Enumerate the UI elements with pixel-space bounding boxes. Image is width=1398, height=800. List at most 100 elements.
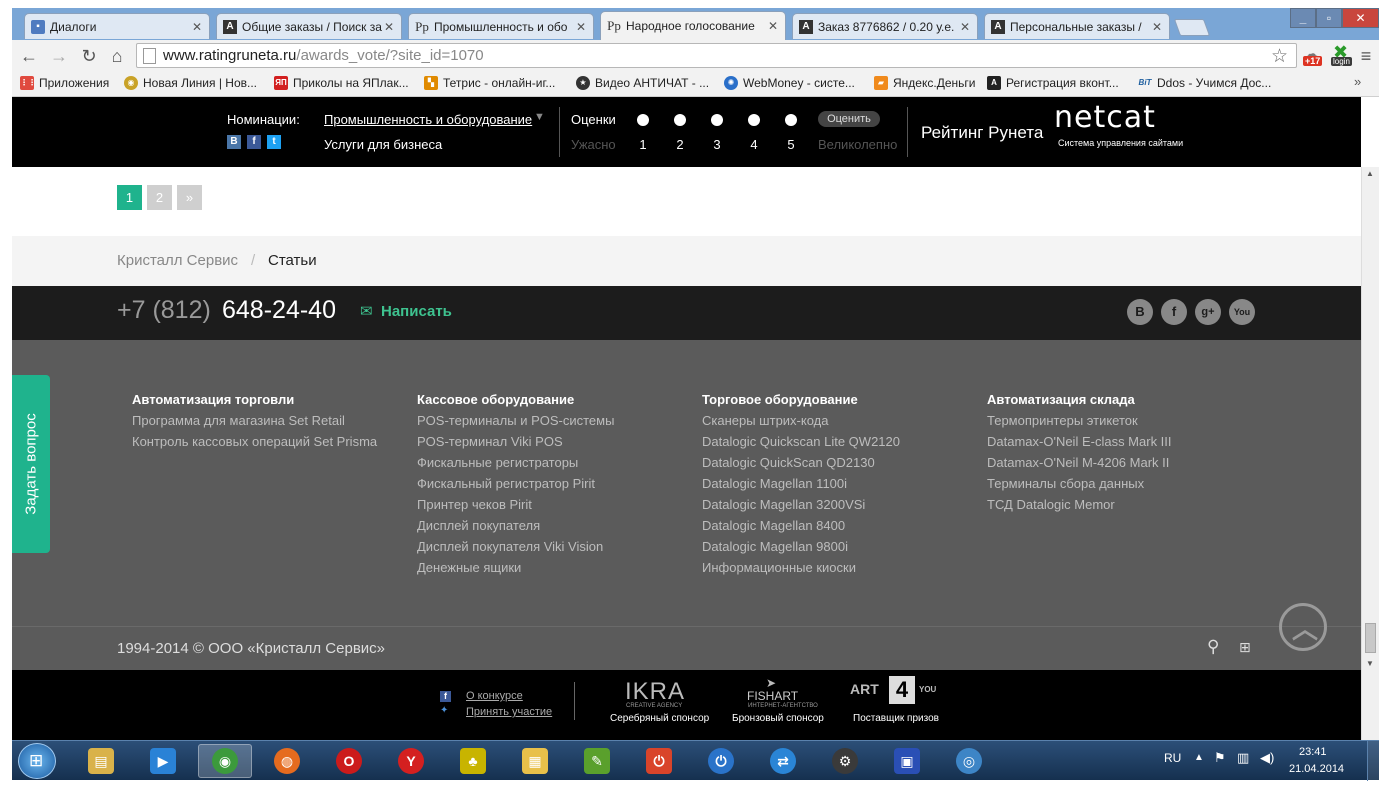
tab-personal-orders[interactable]: A Персональные заказы / ✕ [984,13,1170,39]
footer-link[interactable]: Datalogic QuickScan QD2130 [702,455,900,476]
close-icon[interactable]: ✕ [959,20,971,34]
footer-link[interactable]: Терминалы сбора данных [987,476,1172,497]
footer-link[interactable]: POS-терминал Viki POS [417,434,614,455]
write-link[interactable]: Написать [381,303,452,320]
footer-link[interactable]: Datalogic Magellan 8400 [702,518,900,539]
scrollbar-thumb[interactable] [1365,623,1376,653]
score-radio-4[interactable] [748,114,760,126]
bookmark-apps[interactable]: ⋮⋮ Приложения [20,76,109,90]
menu-button[interactable]: ≡ [1355,45,1377,67]
nomination-link[interactable]: Услуги для бизнеса [324,137,442,152]
about-contest-link[interactable]: О конкурсе [466,690,523,702]
volume-icon[interactable]: ◀) [1260,750,1274,766]
search-icon[interactable]: ⚲ [1207,637,1219,657]
twitter-icon[interactable]: t [267,135,281,149]
login-extension-button[interactable]: ✖ login [1330,42,1356,68]
footer-link[interactable]: Datalogic Magellan 1100i [702,476,900,497]
bookmark-item[interactable]: ✺ WebMoney - систе... [724,76,855,90]
close-icon[interactable]: ✕ [767,19,779,33]
rating-runeta-logo[interactable]: Рейтинг Рунета [921,123,1043,143]
footer-link[interactable]: Сканеры штрих-кода [702,413,900,434]
new-tab-button[interactable] [1173,19,1211,36]
star-icon[interactable]: ☆ [1271,45,1288,68]
tab-dialogs[interactable]: ▪ Диалоги ✕ [24,13,210,39]
close-icon[interactable]: ✕ [191,20,203,34]
footer-link[interactable]: Принтер чеков Pirit [417,497,614,518]
taskbar-rip[interactable]: ♣ [446,744,500,778]
footer-link[interactable]: Datalogic Quickscan Lite QW2120 [702,434,900,455]
footer-link[interactable]: Datalogic Magellan 3200VSi [702,497,900,518]
taskbar-explorer[interactable]: ▤ [74,744,128,778]
taskbar-yandex-browser[interactable]: Y [384,744,438,778]
taskbar-steam[interactable]: ⚙ [818,744,872,778]
footer-link[interactable]: Термопринтеры этикеток [987,413,1172,434]
scroll-up-icon[interactable]: ▲ [1366,169,1374,178]
taskbar-chrome[interactable]: ◉ [198,744,252,778]
chevron-down-icon[interactable]: ▼ [534,111,545,123]
network-icon[interactable]: ▥ [1237,750,1249,766]
scrollbar[interactable]: ▲ ▼ [1361,167,1379,740]
forward-button[interactable]: → [48,45,70,67]
back-button[interactable]: ← [18,45,40,67]
tab-industry[interactable]: Pp Промышленность и обо ✕ [408,13,594,39]
bookmark-item[interactable]: ▚ Тетрис - онлайн-иг... [424,76,555,90]
footer-link[interactable]: Datamax-O'Neil M-4206 Mark II [987,455,1172,476]
clock-date[interactable]: 21.04.2014 [1289,763,1344,775]
vk-icon[interactable]: B [1127,299,1153,325]
scroll-down-icon[interactable]: ▼ [1366,659,1374,668]
taskbar-opera[interactable]: O [322,744,376,778]
footer-link[interactable]: Фискальные регистраторы [417,455,614,476]
address-bar[interactable]: www.ratingruneta.ru/awards_vote/?site_id… [136,43,1297,68]
footer-link[interactable]: Контроль кассовых операций Set Prisma [132,434,377,455]
taskbar-notepad[interactable]: ✎ [570,744,624,778]
flag-icon[interactable]: ⚑ [1214,750,1226,766]
tab-order-8776862[interactable]: A Заказ 8776862 / 0.20 у.е. ✕ [792,13,978,39]
page-2-button[interactable]: 2 [147,185,172,210]
footer-link[interactable]: ТСД Datalogic Memor [987,497,1172,518]
sponsor-fishart[interactable]: ➤ FISHART ИНТЕРНЕТ-АГЕНТСТВО Бронзовый с… [732,676,827,734]
taskbar-firefox[interactable]: ◍ [260,744,314,778]
score-radio-3[interactable] [711,114,723,126]
footer-heading[interactable]: Автоматизация торговли [132,392,377,413]
start-button[interactable]: ⊞ [18,743,56,779]
scroll-to-top-button[interactable]: ︿ [1279,603,1327,651]
bookmarks-overflow-button[interactable]: » [1354,74,1361,89]
taskbar-slide[interactable]: ▦ [508,744,562,778]
score-radio-5[interactable] [785,114,797,126]
maximize-button[interactable]: ▫ [1316,8,1342,28]
next-page-button[interactable]: » [177,185,202,210]
footer-link[interactable]: Информационные киоски [702,560,900,581]
nomination-select[interactable]: Промышленность и оборудование [324,112,532,127]
breadcrumb-home-link[interactable]: Кристалл Сервис [117,252,238,269]
bookmark-item[interactable]: ★ Видео АНТИЧАТ - ... [576,76,709,90]
reload-button[interactable]: ↻ [78,45,100,67]
close-icon[interactable]: ✕ [383,20,395,34]
close-icon[interactable]: ✕ [1151,20,1163,34]
footer-link[interactable]: Datalogic Magellan 9800i [702,539,900,560]
score-radio-1[interactable] [637,114,649,126]
clock-time[interactable]: 23:41 [1299,746,1327,758]
bookmark-item[interactable]: ◉ Новая Линия | Нов... [124,76,257,90]
taskbar-media-player[interactable]: ▶ [136,744,190,778]
taskbar-save[interactable]: ▣ [880,744,934,778]
minimize-button[interactable]: _ [1290,8,1316,28]
bookmark-item[interactable]: A Регистрация вконт... [987,76,1119,90]
netcat-logo[interactable]: netcat Система управления сайтами [1054,100,1194,150]
footer-heading[interactable]: Автоматизация склада [987,392,1172,413]
footer-link[interactable]: Программа для магазина Set Retail [132,413,377,434]
tab-vote[interactable]: Pp Народное голосование ✕ [600,11,786,40]
vk-icon[interactable]: B [227,135,241,149]
sitemap-icon[interactable]: ⊞ [1239,639,1251,656]
footer-link[interactable]: Денежные ящики [417,560,614,581]
participate-link[interactable]: Принять участие [466,706,552,718]
google-plus-icon[interactable]: g+ [1195,299,1221,325]
footer-link[interactable]: Дисплей покупателя [417,518,614,539]
close-icon[interactable]: ✕ [575,20,587,34]
taskbar-power-blue[interactable]: ⏻ [694,744,748,778]
rate-button[interactable]: Оценить [818,111,880,127]
tray-expand-icon[interactable]: ▲ [1194,752,1204,763]
footer-link[interactable]: Фискальный регистратор Pirit [417,476,614,497]
facebook-icon[interactable]: f [1161,299,1187,325]
bookmark-item[interactable]: ▰ Яндекс.Деньги [874,76,975,90]
footer-link[interactable]: POS-терминалы и POS-системы [417,413,614,434]
